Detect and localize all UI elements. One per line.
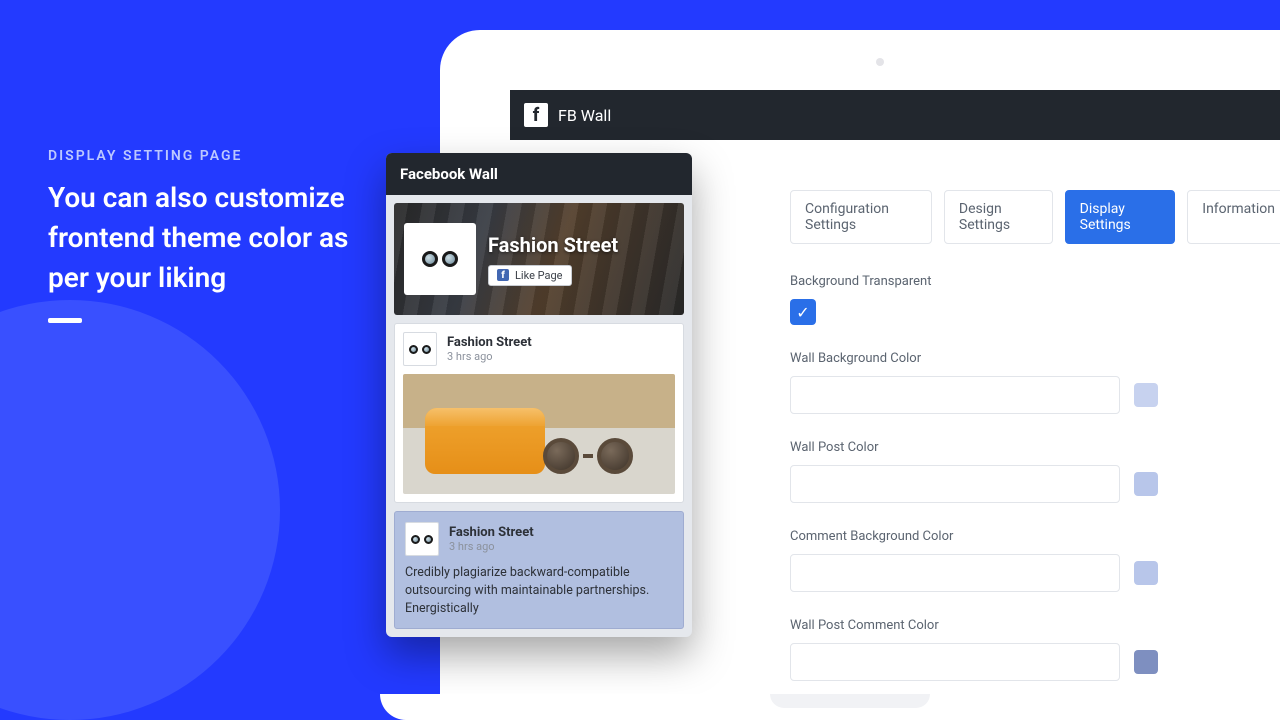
swatch-comment-background-color[interactable] [1134,561,1158,585]
tabs-row: Configuration Settings Design Settings D… [790,190,1280,244]
post-avatar [403,332,437,366]
tab-display-settings[interactable]: Display Settings [1065,190,1176,244]
sunglasses-icon [422,251,458,267]
laptop-camera-dot [876,58,884,66]
page-cover: Fashion Street f Like Page [394,203,684,315]
swatch-wall-post-comment-color[interactable] [1134,650,1158,674]
case-shape [425,408,545,474]
label-comment-background-color: Comment Background Color [790,529,1280,544]
wall-comment: Fashion Street 3 hrs ago Credibly plagia… [394,511,684,629]
checkbox-background-transparent[interactable]: ✓ [790,299,816,325]
hero-eyebrow: DISPLAY SETTING PAGE [48,148,358,164]
facebook-mini-icon: f [497,269,509,281]
post-author: Fashion Street [447,335,532,350]
field-wall-background-color: Wall Background Color [790,351,1280,414]
label-wall-background-color: Wall Background Color [790,351,1280,366]
app-titlebar: f FB Wall [510,90,1280,140]
input-wall-background-color[interactable] [790,376,1120,414]
background-circle [0,300,280,720]
tab-configuration-settings[interactable]: Configuration Settings [790,190,932,244]
app-title: FB Wall [558,106,611,125]
input-comment-background-color[interactable] [790,554,1120,592]
hero-title: You can also customize frontend theme co… [48,178,358,298]
wall-post: Fashion Street 3 hrs ago [394,323,684,503]
preview-title: Facebook Wall [386,153,692,195]
page-name: Fashion Street [488,233,618,257]
tab-information[interactable]: Information [1187,190,1280,244]
comment-avatar [405,522,439,556]
field-wall-post-color: Wall Post Color [790,440,1280,503]
comment-author: Fashion Street [449,525,534,540]
hero-underline [48,318,82,323]
comment-text: Credibly plagiarize backward-compatible … [405,564,673,618]
field-background-transparent: Background Transparent ✓ [790,274,1280,325]
label-wall-post-color: Wall Post Color [790,440,1280,455]
label-background-transparent: Background Transparent [790,274,1280,289]
like-page-button[interactable]: f Like Page [488,265,572,286]
facebook-logo-icon: f [524,103,548,127]
comment-time: 3 hrs ago [449,540,534,553]
sunglasses-shape [543,438,633,474]
field-comment-background-color: Comment Background Color [790,529,1280,592]
swatch-wall-post-color[interactable] [1134,472,1158,496]
field-wall-post-comment-color: Wall Post Comment Color [790,618,1280,681]
post-image [403,374,675,494]
swatch-wall-background-color[interactable] [1134,383,1158,407]
label-wall-post-comment-color: Wall Post Comment Color [790,618,1280,633]
post-time: 3 hrs ago [447,350,532,363]
laptop-base [380,694,1280,720]
input-wall-post-color[interactable] [790,465,1120,503]
page-avatar [404,223,476,295]
facebook-wall-preview: Facebook Wall Fashion Street f Like Page… [386,153,692,637]
like-page-label: Like Page [515,269,563,282]
tab-design-settings[interactable]: Design Settings [944,190,1053,244]
hero-text-block: DISPLAY SETTING PAGE You can also custom… [48,148,358,323]
input-wall-post-comment-color[interactable] [790,643,1120,681]
laptop-notch [770,694,930,708]
settings-panel: Configuration Settings Design Settings D… [790,160,1280,720]
